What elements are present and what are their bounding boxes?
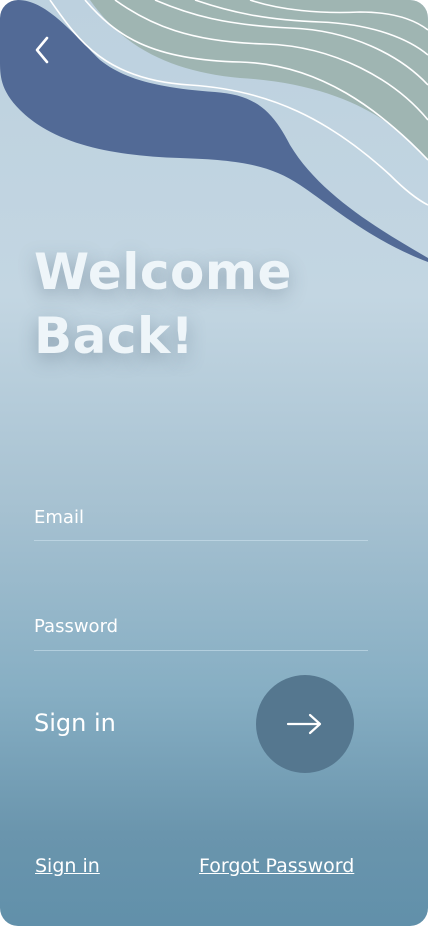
email-input[interactable] — [34, 492, 368, 540]
forgot-password-link[interactable]: Forgot Password — [199, 852, 354, 880]
login-screen: Welcome Back! Sign in Sign in Forgot Pas… — [0, 0, 428, 926]
email-field-container — [34, 492, 368, 541]
page-title: Welcome Back! — [34, 240, 334, 368]
back-button[interactable] — [24, 32, 60, 68]
title-line-2: Back! — [34, 307, 195, 365]
password-field-container — [34, 602, 368, 651]
sign-in-link[interactable]: Sign in — [35, 852, 100, 880]
sign-in-submit-button[interactable] — [256, 675, 354, 773]
password-input[interactable] — [34, 602, 368, 650]
title-line-1: Welcome — [34, 243, 292, 301]
sign-in-label: Sign in — [34, 709, 116, 737]
chevron-left-icon — [35, 36, 49, 64]
wave-decoration — [0, 0, 428, 262]
arrow-right-icon — [286, 713, 322, 735]
